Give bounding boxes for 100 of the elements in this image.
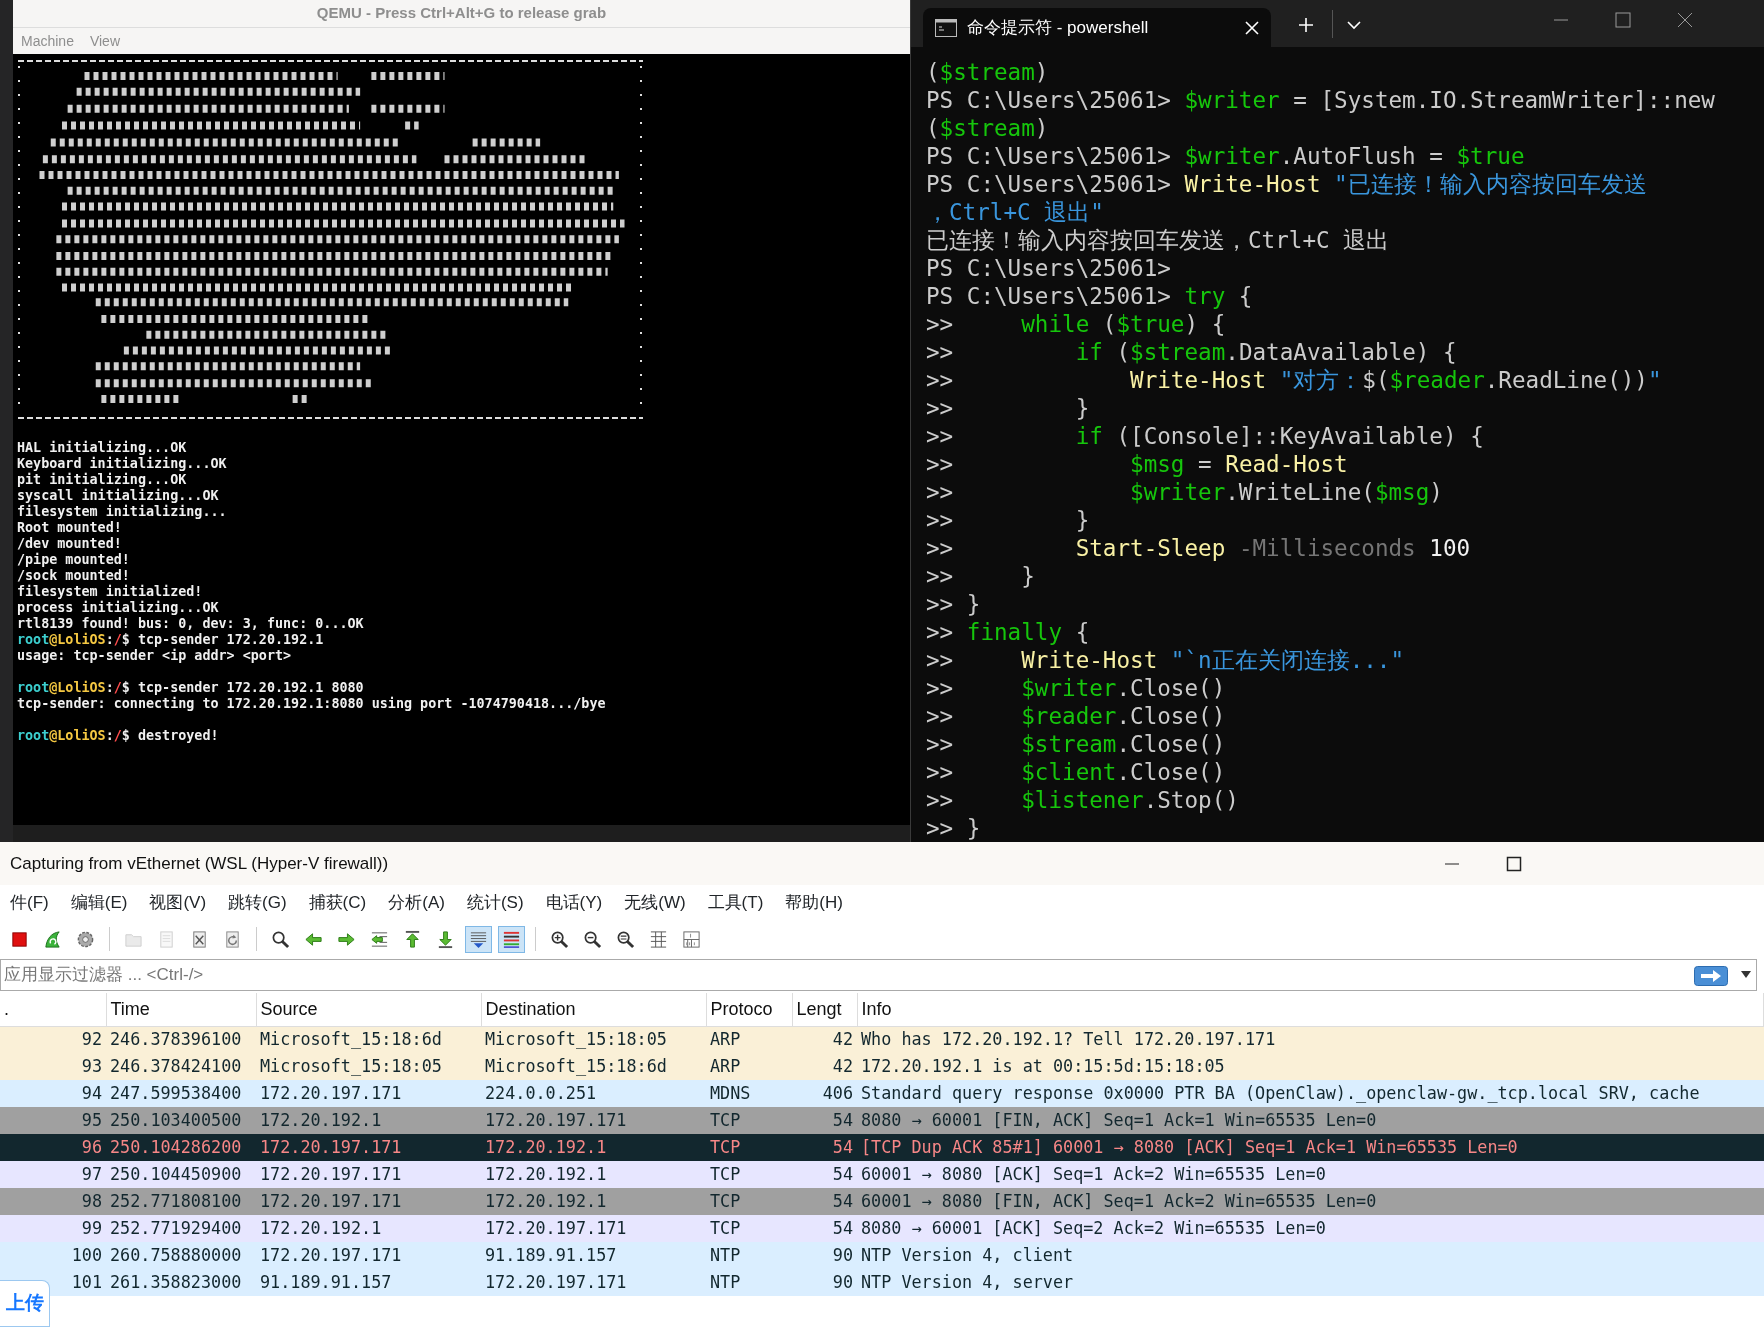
console-line: PS C:\Users\25061> — [926, 254, 1172, 282]
console-line: >> $msg = Read-Host — [926, 450, 1349, 478]
table-cell: Standard query response 0x0000 PTR BA (OpenClaw)._openclaw-gw._tcp.local SRV, cache — [857, 1080, 1764, 1107]
console-line: /sock mounted! — [17, 568, 131, 584]
table-cell: 90 — [792, 1242, 857, 1269]
table-cell: 54 — [792, 1215, 857, 1242]
menu-item[interactable]: 工具(T) — [697, 890, 776, 916]
column-header[interactable]: Protoco — [706, 993, 792, 1026]
menu-item[interactable]: 电话(Y) — [535, 890, 615, 916]
menu-item[interactable]: 编辑(E) — [60, 890, 140, 916]
console-line: >> } — [926, 590, 982, 618]
table-cell: 247.599538400 — [106, 1080, 256, 1107]
console-line: >> $client.Close() — [926, 758, 1227, 786]
scroll-down-icon[interactable] — [465, 925, 492, 953]
column-header[interactable]: Source — [256, 993, 481, 1026]
console-line: >> if ($stream.DataAvailable) { — [926, 338, 1458, 366]
console-line: 已连接！输入内容按回车发送，Ctrl+C 退出 — [926, 226, 1391, 254]
table-cell: 54 — [792, 1161, 857, 1188]
table-cell: 406 — [792, 1080, 857, 1107]
console-line: >> if ([Console]::KeyAvailable) { — [926, 422, 1485, 450]
table-cell: ARP — [706, 1053, 792, 1080]
console-line: >> $writer.Close() — [926, 674, 1227, 702]
table-cell: 246.378396100 — [106, 1026, 256, 1053]
menu-item[interactable]: 无线(W) — [614, 890, 698, 916]
console-line: PS C:\Users\25061> $writer = [System.IO.StreamWriter]::new — [926, 86, 1716, 114]
table-cell: Who has 172.20.192.1? Tell 172.20.197.171 — [857, 1026, 1764, 1053]
console-line: >> } — [926, 814, 982, 842]
table-cell: 91.189.91.157 — [256, 1269, 481, 1296]
colored-lines-icon[interactable] — [498, 925, 525, 953]
menu-item[interactable]: 跳转(G) — [218, 890, 299, 916]
maximize-icon[interactable] — [1506, 855, 1522, 872]
console-line: PS C:\Users\25061> $writer.AutoFlush = $true — [926, 142, 1526, 170]
table-cell: 60001 → 8080 [FIN, ACK] Seq=1 Ack=2 Win=65535 Len=0 — [857, 1188, 1764, 1215]
table-cell: 96 — [0, 1134, 106, 1161]
packet-row[interactable]: 97 250.104450900 172.20.197.171 172.20.192.1 TCP 54 60001 → 8080 [ACK] Seq=1 Ack=2 Win=65535 Len=0 — [0, 1161, 1764, 1188]
console-line: >> Write-Host "对方：$($reader.ReadLine())" — [926, 366, 1663, 394]
table-cell: 42 — [792, 1053, 857, 1080]
table-cell: 172.20.197.171 — [481, 1269, 706, 1296]
menu-item[interactable]: 分析(A) — [378, 890, 457, 916]
table-cell: NTP Version 4, server — [857, 1269, 1764, 1296]
chevron-down-icon[interactable] — [1347, 20, 1361, 30]
arrow-right-icon[interactable] — [1694, 966, 1728, 986]
window-title: QEMU - Press Ctrl+Alt+G to release grab — [316, 3, 607, 24]
close-icon[interactable] — [1677, 12, 1693, 28]
console-line: filesystem initialized! — [17, 584, 204, 600]
menu-item[interactable]: 捕获(C) — [298, 890, 379, 916]
table-cell: TCP — [706, 1188, 792, 1215]
console-line: /pipe mounted! — [17, 552, 131, 568]
terminal-tab[interactable]: 命令提示符 - powershell — [923, 8, 1271, 47]
table-cell: [TCP Dup ACK 85#1] 60001 → 8080 [ACK] Seq=1 Ack=1 Win=65535 Len=0 — [857, 1134, 1764, 1161]
table-cell: TCP — [706, 1134, 792, 1161]
table-cell: TCP — [706, 1107, 792, 1134]
column-header[interactable]: Destination — [481, 993, 706, 1026]
table-cell: 95 — [0, 1107, 106, 1134]
packet-row[interactable]: 96 250.104286200 172.20.197.171 172.20.192.1 TCP 54 [TCP Dup ACK 85#1] 60001 → 8080 [ACK] Seq=1 Ack=1 Win=65535 Len=0 — [0, 1134, 1764, 1161]
column-header[interactable]: Info — [857, 993, 1764, 1026]
table-cell: 54 — [792, 1134, 857, 1161]
column-header[interactable]: Time — [106, 993, 256, 1026]
console-line: tcp-sender: connecting to 172.20.192.1:8080 using port -1074790418.../bye — [17, 696, 607, 712]
console-line: usage: tcp-sender <ip addr> <port> — [17, 648, 293, 664]
console-line: rtl8139 found! bus: 0, dev: 3, func: 0...OK — [17, 616, 365, 632]
menu-item[interactable]: 件(F) — [0, 890, 61, 916]
console-line: >> $writer.WriteLine($msg) — [926, 478, 1444, 506]
table-cell: 97 — [0, 1161, 106, 1188]
table-cell: Microsoft_15:18:05 — [481, 1026, 706, 1053]
table-cell: 172.20.197.171 — [481, 1107, 706, 1134]
terminal-icon — [935, 18, 957, 37]
menu-item[interactable]: 帮助(H) — [775, 890, 855, 916]
console-line: >> Start-Sleep -Milliseconds 100 — [926, 534, 1472, 562]
packet-row[interactable]: 99 252.771929400 172.20.192.1 172.20.197.171 TCP 54 8080 → 60001 [ACK] Seq=2 Ack=2 Win=65535 Len=0 — [0, 1215, 1764, 1242]
console-line: ($stream) — [926, 114, 1050, 142]
console-line: root@LoliOS:/$ tcp-sender 172.20.192.1 — [17, 632, 325, 648]
packet-row[interactable]: 98 252.771808100 172.20.197.171 172.20.192.1 TCP 54 60001 → 8080 [FIN, ACK] Seq=1 Ack=2 Win=65535 Len=0 — [0, 1188, 1764, 1215]
packet-row[interactable]: 94 247.599538400 172.20.197.171 224.0.0.251 MDNS 406 Standard query response 0x0000 PTR BA (OpenClaw)._openclaw-gw._tcp.local SRV, cache — [0, 1080, 1764, 1107]
table-cell: 250.104286200 — [106, 1134, 256, 1161]
console-line: Root mounted! — [17, 520, 123, 536]
table-cell: Microsoft_15:18:6d — [481, 1053, 706, 1080]
column-header[interactable]: . — [0, 993, 106, 1026]
menu-item[interactable]: 统计(S) — [456, 890, 536, 916]
packet-row[interactable]: 100 260.758880000 172.20.197.171 91.189.91.157 NTP 90 NTP Version 4, client — [0, 1242, 1764, 1269]
packet-row[interactable]: 95 250.103400500 172.20.192.1 172.20.197.171 TCP 54 8080 → 60001 [FIN, ACK] Seq=1 Ack=1 Win=65535 Len=0 — [0, 1107, 1764, 1134]
column-header[interactable]: Lengt — [792, 993, 857, 1026]
console-line: >> } — [926, 562, 1036, 590]
filter-field[interactable]: 应用显示过滤器 ... <Ctrl-/> — [0, 959, 1757, 991]
console-line: HAL initializing...OK — [17, 440, 188, 456]
console-line: pit initializing...OK — [17, 472, 188, 488]
table-cell: 60001 → 8080 [ACK] Seq=1 Ack=2 Win=65535 Len=0 — [857, 1161, 1764, 1188]
plus-icon[interactable] — [1298, 17, 1314, 33]
console-line: >> finally { — [926, 618, 1091, 646]
table-cell: 172.20.197.171 — [256, 1188, 481, 1215]
console-line: >> } — [926, 394, 1091, 422]
packet-row[interactable]: 93 246.378424100 Microsoft_15:18:05 Microsoft_15:18:6d ARP 42 172.20.192.1 is at 00:15:5d:15:18:05 — [0, 1053, 1764, 1080]
console-line: >> Write-Host "`n正在关闭连接..." — [926, 646, 1406, 674]
table-cell: 94 — [0, 1080, 106, 1107]
table-cell: 91.189.91.157 — [481, 1242, 706, 1269]
table-cell: 261.358823000 — [106, 1269, 256, 1296]
caret-down-icon[interactable] — [1741, 971, 1751, 978]
packet-row[interactable]: 92 246.378396100 Microsoft_15:18:6d Microsoft_15:18:05 ARP 42 Who has 172.20.192.1? Tell 172.20.197.171 — [0, 1026, 1764, 1053]
window-title: Capturing from vEthernet (WSL (Hyper-V firewall)) — [10, 852, 389, 875]
menu-item[interactable]: 视图(V) — [139, 890, 219, 916]
